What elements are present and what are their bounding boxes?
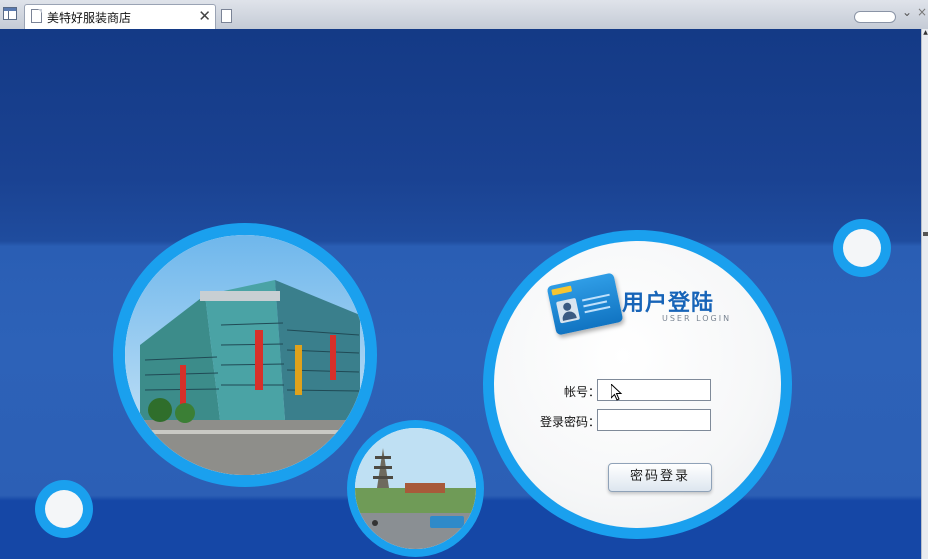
tab-active[interactable]: 美特好服装商店 ✕ (24, 4, 216, 29)
chevron-down-icon[interactable]: ⌄ (902, 5, 912, 19)
close-icon[interactable]: ✕ (198, 7, 211, 25)
login-title: 用户登陆 (622, 290, 715, 316)
password-input[interactable] (597, 409, 711, 431)
login-subtitle: USER LOGIN (662, 314, 732, 323)
pagoda-photo (355, 428, 476, 549)
building-photo (125, 235, 365, 475)
mouse-cursor-icon (611, 384, 623, 401)
login-button[interactable]: 密码登录 (608, 463, 712, 492)
scroll-up-icon[interactable]: ▲ (922, 29, 928, 37)
vertical-scrollbar[interactable]: ▲ (921, 29, 928, 559)
new-tab-icon[interactable] (221, 9, 232, 23)
close-window-icon[interactable]: × (917, 5, 927, 19)
decorative-dot-right (833, 219, 891, 277)
search-pill[interactable] (854, 11, 896, 23)
id-card-icon (546, 272, 624, 336)
login-panel: 用户登陆 USER LOGIN 帐号： 登录密码： 密码登录 (483, 230, 792, 539)
window-icon[interactable] (3, 7, 17, 20)
building-photo-circle (113, 223, 377, 487)
tab-title: 美特好服装商店 (47, 11, 132, 25)
page-content: 用户登陆 USER LOGIN 帐号： 登录密码： 密码登录 (0, 29, 921, 559)
browser-tab-bar: 美特好服装商店 ✕ ⌄ × (0, 0, 928, 30)
pagoda-photo-circle (347, 420, 484, 557)
password-label: 登录密码： (539, 415, 600, 429)
account-label: 帐号： (563, 385, 600, 399)
decorative-dot-left (35, 480, 93, 538)
page-icon (31, 9, 42, 23)
scroll-thumb[interactable] (923, 232, 928, 236)
